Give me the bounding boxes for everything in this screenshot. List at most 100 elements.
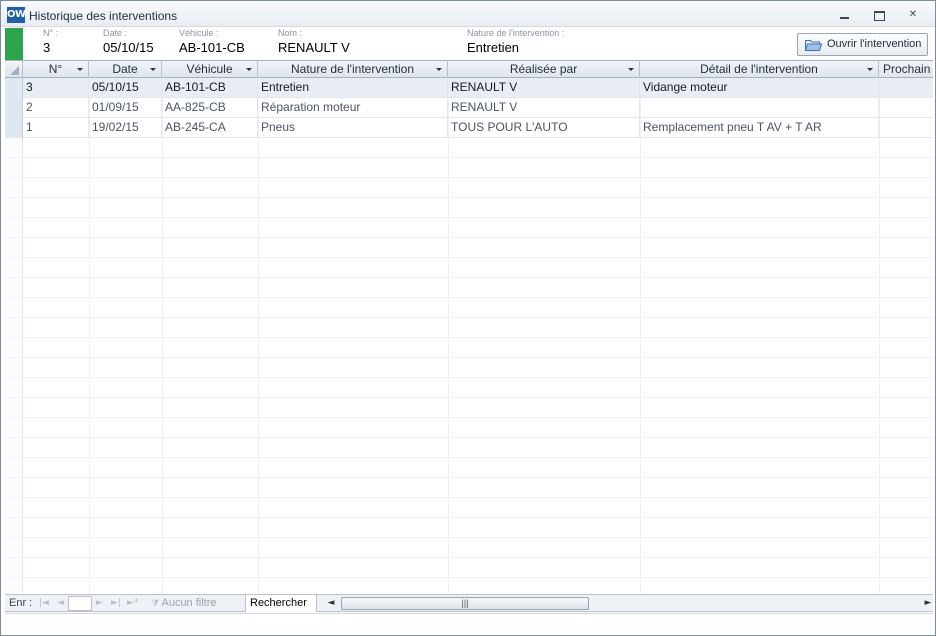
header-field-number: N° : 3 <box>43 28 58 57</box>
header-value: RENAULT V <box>278 40 350 55</box>
column-header-number[interactable]: N° <box>23 61 89 78</box>
column-header-label: Véhicule <box>186 62 233 76</box>
record-label: Enr : <box>9 597 33 609</box>
cell-date[interactable]: 19/02/15 <box>89 118 162 138</box>
empty-row <box>5 498 933 518</box>
column-header-nature[interactable]: Nature de l'intervention <box>258 61 448 78</box>
cell-next[interactable] <box>879 78 933 98</box>
header-value: Entretien <box>467 40 520 55</box>
open-intervention-label: Ouvrir l'intervention <box>827 38 922 50</box>
cell-detail[interactable]: Vidange moteur <box>640 78 879 98</box>
table-row[interactable]: 2 01/09/15 AA-825-CB Réparation moteur R… <box>5 98 933 118</box>
header-label: Nature de l'intervention : <box>467 28 565 38</box>
cell-performed-by[interactable]: RENAULT V <box>448 98 640 118</box>
column-header-label: Date <box>112 62 138 76</box>
column-header-label: Réalisée par <box>509 62 578 76</box>
dropdown-arrow-icon[interactable] <box>77 68 83 71</box>
header-label: Date : <box>103 28 128 38</box>
first-record-icon[interactable]: |◄ <box>39 595 49 612</box>
interventions-grid: N° Date Véhicule Nature de l'interventio… <box>5 60 933 594</box>
empty-row <box>5 418 933 438</box>
empty-row <box>5 458 933 478</box>
filter-label: Aucun filtre <box>161 597 217 609</box>
select-all-icon[interactable] <box>5 61 23 78</box>
cell-vehicle[interactable]: AA-825-CB <box>162 98 258 118</box>
empty-row <box>5 558 933 578</box>
scroll-right-icon[interactable]: ► <box>920 596 936 611</box>
status-bar <box>5 613 933 634</box>
table-row[interactable]: 1 19/02/15 AB-245-CA Pneus TOUS POUR L'A… <box>5 118 933 138</box>
cell-nature[interactable]: Entretien <box>258 78 448 98</box>
cell-vehicle[interactable]: AB-101-CB <box>162 78 258 98</box>
column-header-label: Prochain <box>883 62 931 76</box>
empty-row <box>5 218 933 238</box>
cell-vehicle[interactable]: AB-245-CA <box>162 118 258 138</box>
column-header-label: N° <box>48 62 63 76</box>
new-record-icon[interactable]: ►* <box>127 595 138 612</box>
next-record-icon[interactable]: ► <box>96 595 103 612</box>
empty-row <box>5 338 933 358</box>
header-label: Véhicule : <box>179 28 219 38</box>
column-header-vehicle[interactable]: Véhicule <box>162 61 258 78</box>
empty-row <box>5 278 933 298</box>
scroll-thumb[interactable]: ||| <box>341 597 589 610</box>
empty-row <box>5 238 933 258</box>
dropdown-arrow-icon[interactable] <box>436 68 442 71</box>
maximize-icon[interactable] <box>867 7 891 23</box>
header-field-name: Nom : RENAULT V <box>278 28 350 57</box>
open-folder-icon <box>805 40 822 51</box>
column-header-detail[interactable]: Détail de l'intervention <box>640 61 879 78</box>
cell-number[interactable]: 3 <box>23 78 89 98</box>
record-navigation-bar: Enr : |◄ ◄ ► ►| ►* ⧩ Aucun filtre Recher… <box>5 594 933 612</box>
search-input[interactable]: Rechercher <box>245 595 317 612</box>
record-header: N° : 3 Date : 05/10/15 Véhicule : AB-101… <box>5 28 933 60</box>
minimize-icon[interactable] <box>833 7 857 23</box>
header-label: Nom : <box>278 28 303 38</box>
empty-row <box>5 398 933 418</box>
dropdown-arrow-icon[interactable] <box>246 68 252 71</box>
cell-performed-by[interactable]: RENAULT V <box>448 78 640 98</box>
header-label: N° : <box>43 28 59 38</box>
empty-row <box>5 178 933 198</box>
empty-row <box>5 538 933 558</box>
last-record-icon[interactable]: ►| <box>111 595 121 612</box>
empty-row <box>5 378 933 398</box>
row-selector[interactable] <box>5 118 23 138</box>
window: OW Historique des interventions ✕ N° : 3… <box>0 0 936 636</box>
cell-number[interactable]: 2 <box>23 98 89 118</box>
column-header-performed-by[interactable]: Réalisée par <box>448 61 640 78</box>
record-number-input[interactable] <box>68 596 92 611</box>
column-header-date[interactable]: Date <box>89 61 162 78</box>
dropdown-arrow-icon[interactable] <box>150 68 156 71</box>
cell-date[interactable]: 01/09/15 <box>89 98 162 118</box>
cell-next[interactable] <box>879 118 933 138</box>
empty-row <box>5 438 933 458</box>
horizontal-scrollbar[interactable]: ◄ ||| ► <box>323 596 936 611</box>
row-selector[interactable] <box>5 98 23 118</box>
dropdown-arrow-icon[interactable] <box>867 68 873 71</box>
filter-toggle[interactable]: ⧩ Aucun filtre <box>151 595 217 612</box>
cell-date[interactable]: 05/10/15 <box>89 78 162 98</box>
previous-record-icon[interactable]: ◄ <box>57 595 64 612</box>
app-logo-icon: OW <box>7 7 26 23</box>
cell-detail[interactable] <box>640 98 879 118</box>
empty-row <box>5 138 933 158</box>
cell-detail[interactable]: Remplacement pneu T AV + T AR <box>640 118 879 138</box>
empty-row <box>5 198 933 218</box>
filter-icon: ⧩ <box>151 599 160 609</box>
table-row[interactable]: 3 05/10/15 AB-101-CB Entretien RENAULT V… <box>5 78 933 98</box>
cell-next[interactable] <box>879 98 933 118</box>
cell-number[interactable]: 1 <box>23 118 89 138</box>
dropdown-arrow-icon[interactable] <box>628 68 634 71</box>
empty-row <box>5 158 933 178</box>
row-selector[interactable] <box>5 78 23 98</box>
cell-performed-by[interactable]: TOUS POUR L'AUTO <box>448 118 640 138</box>
cell-nature[interactable]: Réparation moteur <box>258 98 448 118</box>
open-intervention-button[interactable]: Ouvrir l'intervention <box>797 33 928 56</box>
window-title: Historique des interventions <box>29 9 178 23</box>
close-icon[interactable]: ✕ <box>901 7 925 23</box>
scroll-left-icon[interactable]: ◄ <box>323 596 339 611</box>
cell-nature[interactable]: Pneus <box>258 118 448 138</box>
column-header-next[interactable]: Prochain <box>879 61 933 78</box>
header-value: AB-101-CB <box>179 40 245 55</box>
